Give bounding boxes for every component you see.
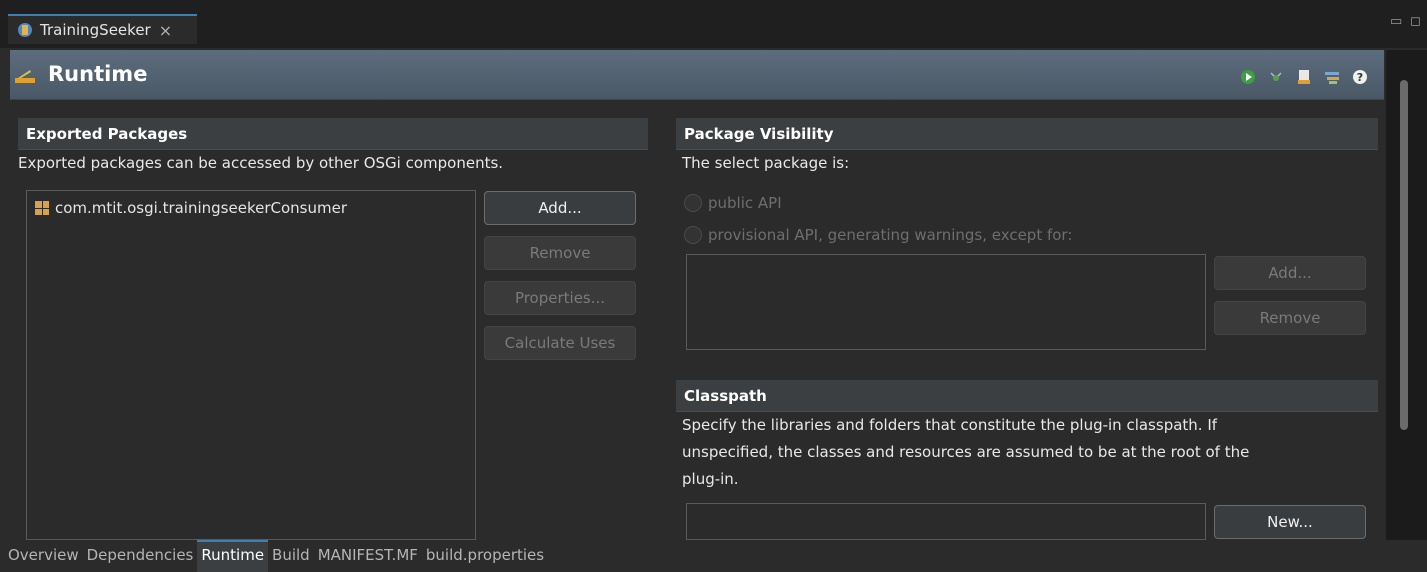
tab-overview[interactable]: Overview (4, 540, 83, 572)
classpath-title[interactable]: Classpath (676, 380, 1378, 412)
page-tabs: Overview Dependencies Runtime Build MANI… (0, 540, 1427, 572)
package-icon (35, 201, 49, 215)
scrollbar-thumb[interactable] (1400, 80, 1408, 430)
radio-circle (684, 194, 702, 212)
editor-tab-strip: TrainingSeeker × ▭ ◻ (0, 0, 1427, 48)
tab-manifest[interactable]: MANIFEST.MF (314, 540, 422, 572)
exported-packages-description: Exported packages can be accessed by oth… (18, 154, 504, 172)
maximize-icon[interactable]: ◻ (1410, 14, 1421, 29)
tab-dependencies[interactable]: Dependencies (83, 540, 198, 572)
package-visibility-description: The select package is: (682, 154, 850, 172)
calculate-uses-button[interactable]: Calculate Uses (484, 326, 636, 360)
add-package-button[interactable]: Add... (484, 191, 636, 225)
page-title: Runtime (48, 62, 148, 86)
run-icon[interactable] (1240, 69, 1256, 85)
editor-tab-label: TrainingSeeker (40, 21, 151, 39)
tab-build[interactable]: Build (268, 540, 314, 572)
exported-packages-title[interactable]: Exported Packages (18, 118, 648, 150)
remove-exception-button[interactable]: Remove (1214, 301, 1366, 335)
package-visibility-title[interactable]: Package Visibility (676, 118, 1378, 150)
minimize-icon[interactable]: ▭ (1390, 14, 1402, 29)
debug-icon[interactable] (1268, 69, 1284, 85)
properties-button[interactable]: Properties... (484, 281, 636, 315)
list-item[interactable]: com.mtit.osgi.trainingseekerConsumer (27, 191, 475, 217)
editor-tab-trainingseeker[interactable]: TrainingSeeker × (8, 14, 197, 44)
svg-text:?: ? (1357, 71, 1363, 84)
visibility-exceptions-list[interactable] (686, 254, 1206, 350)
new-classpath-button[interactable]: New... (1214, 505, 1366, 539)
public-api-label: public API (708, 194, 782, 212)
runtime-icon (15, 70, 35, 83)
radio-circle (684, 226, 702, 244)
plugin-icon (18, 23, 32, 37)
form-header: Runtime ? (10, 50, 1384, 100)
close-icon[interactable]: × (159, 21, 172, 40)
tab-runtime[interactable]: Runtime (197, 540, 269, 572)
export-icon[interactable] (1296, 69, 1312, 85)
classpath-list[interactable] (686, 503, 1206, 540)
header-toolbar: ? (1240, 69, 1368, 85)
classpath-description-line-2: unspecified, the classes and resources a… (682, 443, 1250, 461)
classpath-description-line-3: plug-in. (682, 470, 739, 488)
public-api-radio[interactable]: public API (684, 194, 782, 212)
package-name: com.mtit.osgi.trainingseekerConsumer (55, 199, 347, 217)
help-icon[interactable]: ? (1352, 69, 1368, 85)
classpath-description-line-1: Specify the libraries and folders that c… (682, 416, 1218, 434)
provisional-api-label: provisional API, generating warnings, ex… (708, 226, 1073, 244)
provisional-api-radio[interactable]: provisional API, generating warnings, ex… (684, 226, 1072, 244)
plugin-manifest-editor: TrainingSeeker × ▭ ◻ Runtime ? Exported … (0, 0, 1427, 572)
remove-package-button[interactable]: Remove (484, 236, 636, 270)
exported-packages-list[interactable]: com.mtit.osgi.trainingseekerConsumer (26, 190, 476, 540)
settings-icon[interactable] (1324, 69, 1340, 85)
tab-build-properties[interactable]: build.properties (422, 540, 548, 572)
vertical-scrollbar[interactable] (1386, 50, 1427, 540)
add-exception-button[interactable]: Add... (1214, 256, 1366, 290)
